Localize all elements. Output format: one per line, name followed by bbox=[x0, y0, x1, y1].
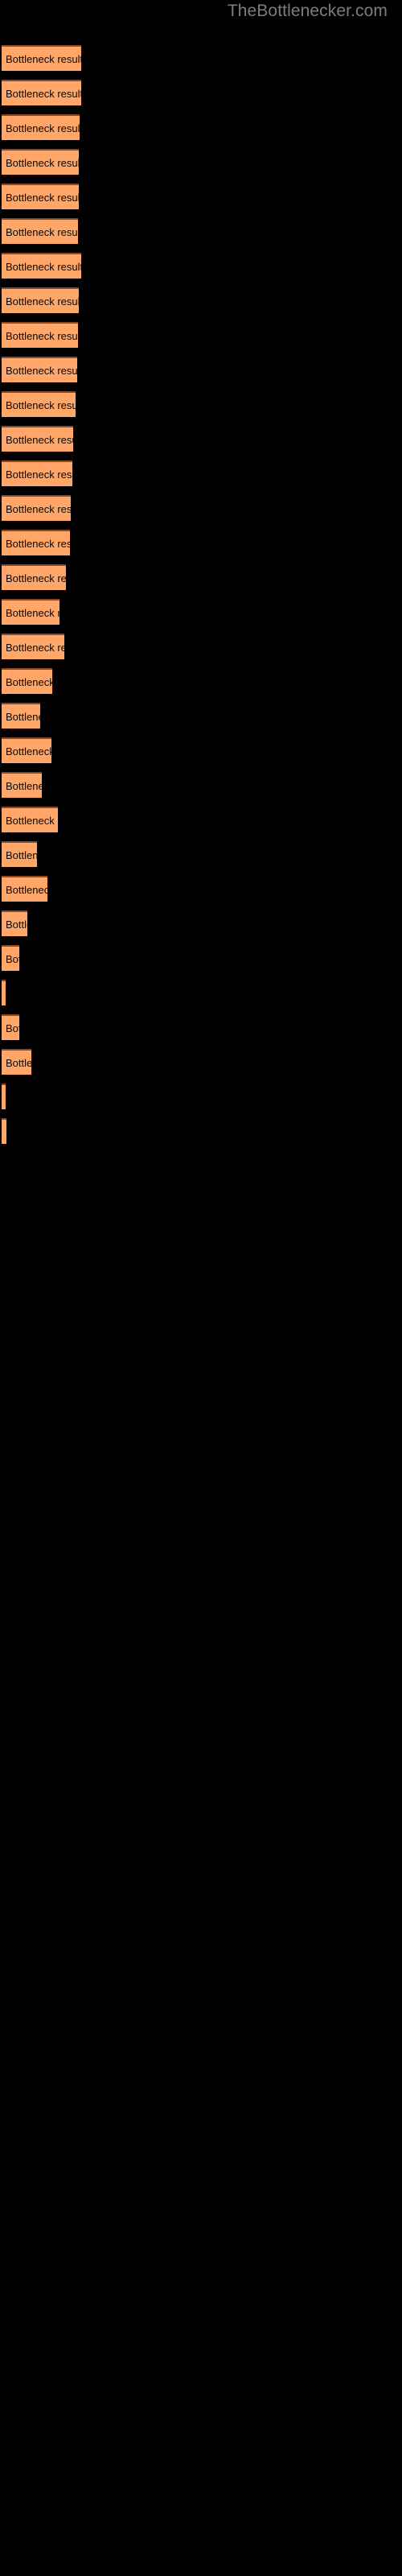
bar-label: Bottleneck result bbox=[6, 1022, 19, 1034]
bar[interactable]: Bottleneck result bbox=[2, 980, 6, 1005]
bar[interactable]: Bottleneck result bbox=[2, 149, 79, 175]
bar[interactable]: Bottleneck result bbox=[2, 634, 64, 659]
bar[interactable]: Bottleneck result bbox=[2, 737, 51, 763]
bar[interactable]: Bottleneck result bbox=[2, 357, 77, 382]
bar-label: Bottleneck result bbox=[6, 53, 81, 65]
bar[interactable]: Bottleneck result bbox=[2, 876, 47, 902]
bar-label: Bottleneck result bbox=[6, 642, 64, 654]
bar[interactable]: Bottleneck result bbox=[2, 841, 37, 867]
bar-label: Bottleneck result bbox=[6, 953, 19, 965]
bar[interactable]: Bottleneck result bbox=[2, 807, 58, 832]
bar[interactable]: Bottleneck result bbox=[2, 1049, 31, 1075]
bar-label: Bottleneck result bbox=[6, 849, 37, 861]
bar-label: Bottleneck result bbox=[6, 261, 81, 273]
bar[interactable]: Bottleneck result bbox=[2, 426, 73, 452]
bar-label: Bottleneck result bbox=[6, 330, 78, 342]
bar[interactable]: Bottleneck result bbox=[2, 495, 71, 521]
bar[interactable]: Bottleneck result bbox=[2, 772, 42, 798]
bar-label: Bottleneck result bbox=[6, 538, 70, 550]
bar-label: Bottleneck result bbox=[6, 572, 66, 584]
bar[interactable]: Bottleneck result bbox=[2, 184, 79, 209]
bar[interactable]: Bottleneck result bbox=[2, 530, 70, 555]
bar-label: Bottleneck result bbox=[6, 503, 71, 515]
bar-label: Bottleneck result bbox=[6, 815, 58, 827]
bar[interactable]: Bottleneck result bbox=[2, 322, 78, 348]
bar-label: Bottleneck result bbox=[6, 676, 52, 688]
bar[interactable]: Bottleneck result bbox=[2, 1118, 6, 1144]
bar-label: Bottleneck result bbox=[6, 295, 79, 308]
bar-label: Bottleneck result bbox=[6, 884, 47, 896]
bar-label: Bottleneck result bbox=[6, 919, 27, 931]
bar[interactable]: Bottleneck result bbox=[2, 253, 81, 279]
bar-label: Bottleneck result bbox=[6, 226, 78, 238]
bar-label: Bottleneck result bbox=[6, 434, 73, 446]
bar-label: Bottleneck result bbox=[6, 192, 79, 204]
bar-label: Bottleneck result bbox=[6, 469, 72, 481]
bar[interactable]: Bottleneck result bbox=[2, 80, 81, 105]
bar[interactable]: Bottleneck result bbox=[2, 1014, 19, 1040]
bar[interactable]: Bottleneck result bbox=[2, 599, 59, 625]
bar[interactable]: Bottleneck result bbox=[2, 391, 76, 417]
bar[interactable]: Bottleneck result bbox=[2, 910, 27, 936]
bar-label: Bottleneck result bbox=[6, 122, 80, 134]
bars-layer: Bottleneck result Bottleneck result Bottle… bbox=[0, 0, 402, 2576]
bar-label: Bottleneck result bbox=[6, 399, 76, 411]
bar[interactable]: Bottleneck result bbox=[2, 564, 66, 590]
bar[interactable]: Bottleneck result bbox=[2, 668, 52, 694]
bar[interactable]: Bottleneck result bbox=[2, 114, 80, 140]
bar-label: Bottleneck result bbox=[6, 711, 40, 723]
bar-label: Bottleneck result bbox=[6, 780, 42, 792]
bottleneck-bar-chart: TheBottlenecker.com Bottleneck result Bot… bbox=[0, 0, 402, 2576]
bar[interactable]: Bottleneck result bbox=[2, 1084, 6, 1109]
bar[interactable]: Bottleneck result bbox=[2, 45, 81, 71]
bar[interactable]: Bottleneck result bbox=[2, 460, 72, 486]
bar-label: Bottleneck result bbox=[6, 365, 77, 377]
bar-label: Bottleneck result bbox=[6, 157, 79, 169]
bar[interactable]: Bottleneck result bbox=[2, 287, 79, 313]
bar-label: Bottleneck result bbox=[6, 88, 81, 100]
bar-label: Bottleneck result bbox=[6, 745, 51, 758]
bar-label: Bottleneck result bbox=[6, 1057, 31, 1069]
bar[interactable]: Bottleneck result bbox=[2, 703, 40, 729]
bar-label: Bottleneck result bbox=[6, 607, 59, 619]
bar[interactable]: Bottleneck result bbox=[2, 945, 19, 971]
bar[interactable]: Bottleneck result bbox=[2, 218, 78, 244]
